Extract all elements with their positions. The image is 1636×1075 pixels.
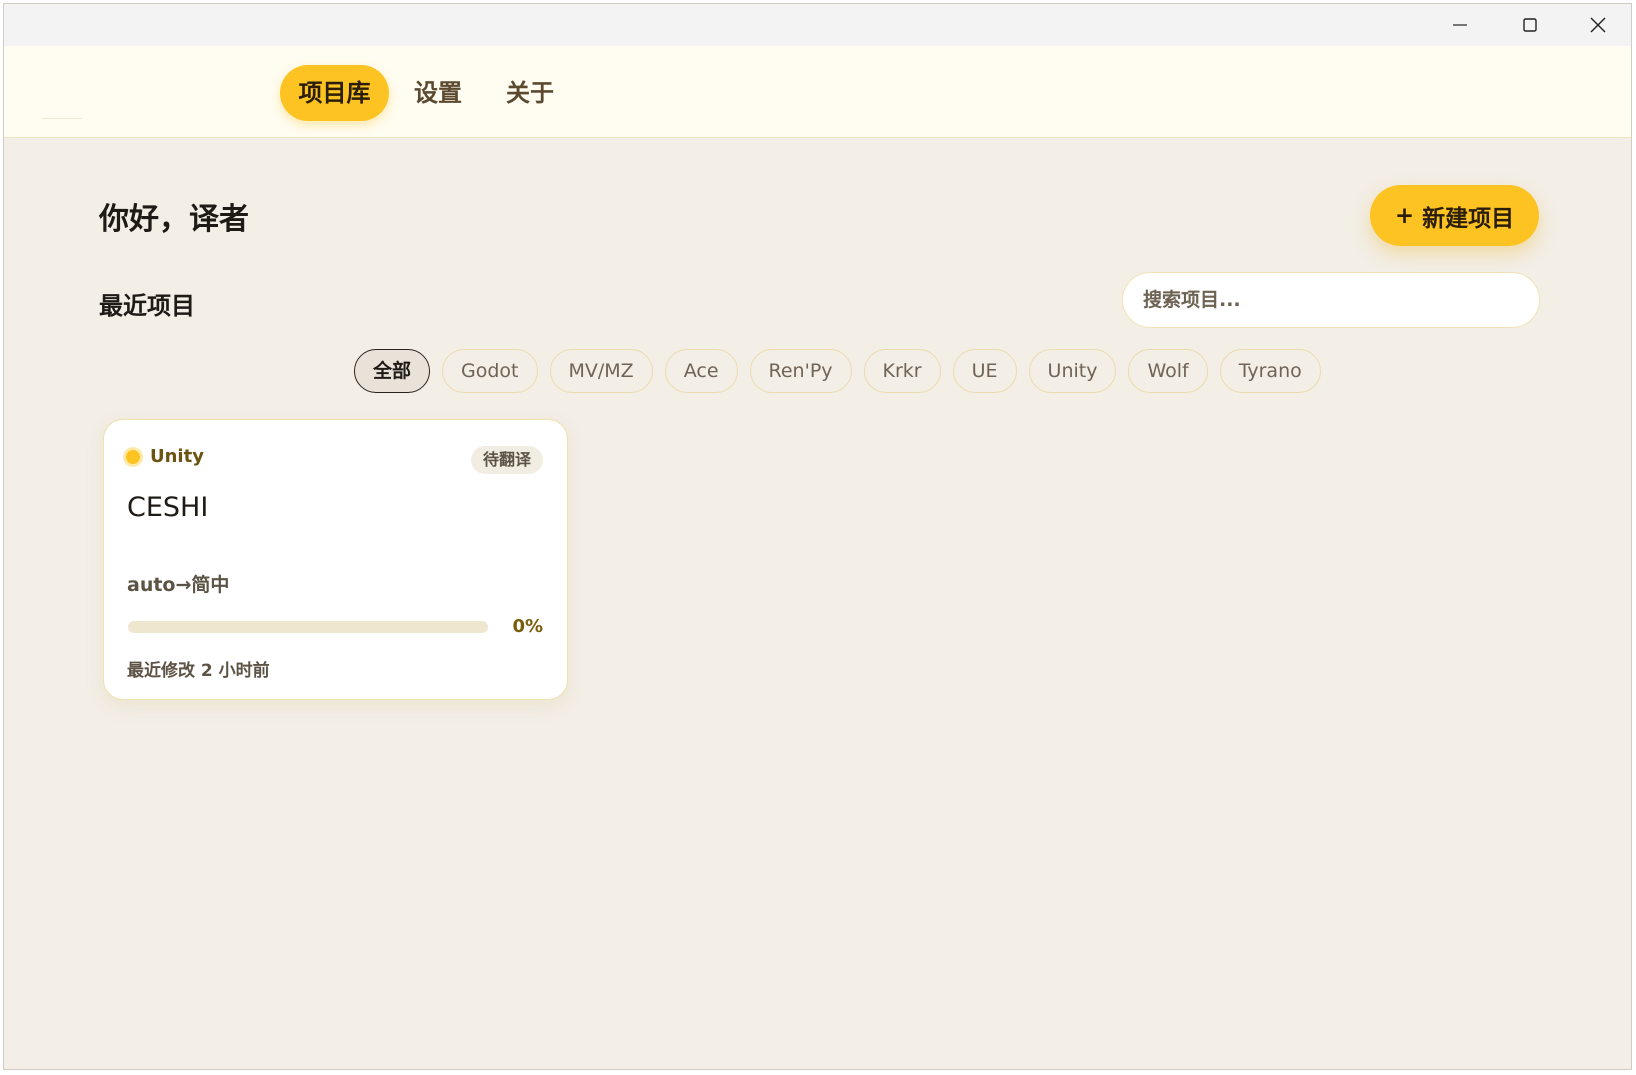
filter-chip-ace[interactable]: Ace (664, 349, 738, 393)
filter-chip-wolf[interactable]: Wolf (1128, 349, 1208, 393)
minimize-icon (1453, 24, 1467, 26)
filter-chip-ue[interactable]: UE (952, 349, 1017, 393)
engine-filter-chips: 全部 Godot MV/MZ Ace Ren'Py Krkr UE Unity … (354, 349, 1321, 393)
recent-projects-title: 最近项目 (99, 292, 195, 320)
filter-chip-godot[interactable]: Godot (442, 349, 538, 393)
engine-label: Unity (150, 446, 204, 467)
project-name: CESHI (127, 492, 209, 523)
filter-chip-mvmz[interactable]: MV/MZ (549, 349, 653, 393)
project-card[interactable]: Unity 待翻译 CESHI auto→简中 0% 最近修改 2 小时前 (103, 419, 568, 700)
app-window: 项目库 设置 关于 你好，译者 + 新建项目 最近项目 全部 Godot MV/… (3, 3, 1632, 1070)
tab-about[interactable]: 关于 (500, 65, 560, 121)
progress-bar (128, 621, 488, 633)
filter-chip-krkr[interactable]: Krkr (863, 349, 941, 393)
progress-percentage: 0% (512, 616, 543, 637)
language-pair: auto→简中 (127, 574, 230, 596)
minimize-button[interactable] (1425, 4, 1495, 46)
tab-project-library[interactable]: 项目库 (280, 65, 389, 121)
filter-chip-all[interactable]: 全部 (354, 349, 431, 393)
tab-settings[interactable]: 设置 (408, 65, 468, 121)
status-badge: 待翻译 (470, 446, 543, 474)
maximize-icon (1523, 18, 1537, 32)
title-bar (4, 4, 1631, 46)
filter-chip-unity[interactable]: Unity (1028, 349, 1117, 393)
filter-chip-tyrano[interactable]: Tyrano (1219, 349, 1321, 393)
top-navigation: 项目库 设置 关于 (4, 46, 1631, 138)
new-project-button[interactable]: + 新建项目 (1370, 185, 1539, 246)
search-input[interactable] (1122, 272, 1540, 328)
maximize-button[interactable] (1495, 4, 1565, 46)
new-project-label: 新建项目 (1422, 205, 1515, 232)
filter-chip-renpy[interactable]: Ren'Py (749, 349, 852, 393)
close-icon (1590, 17, 1606, 33)
plus-icon: + (1394, 202, 1415, 229)
logo-divider (42, 118, 82, 119)
last-modified: 最近修改 2 小时前 (127, 661, 270, 681)
greeting-heading: 你好，译者 (99, 202, 249, 237)
close-button[interactable] (1563, 4, 1631, 46)
engine-status-dot (126, 450, 140, 464)
